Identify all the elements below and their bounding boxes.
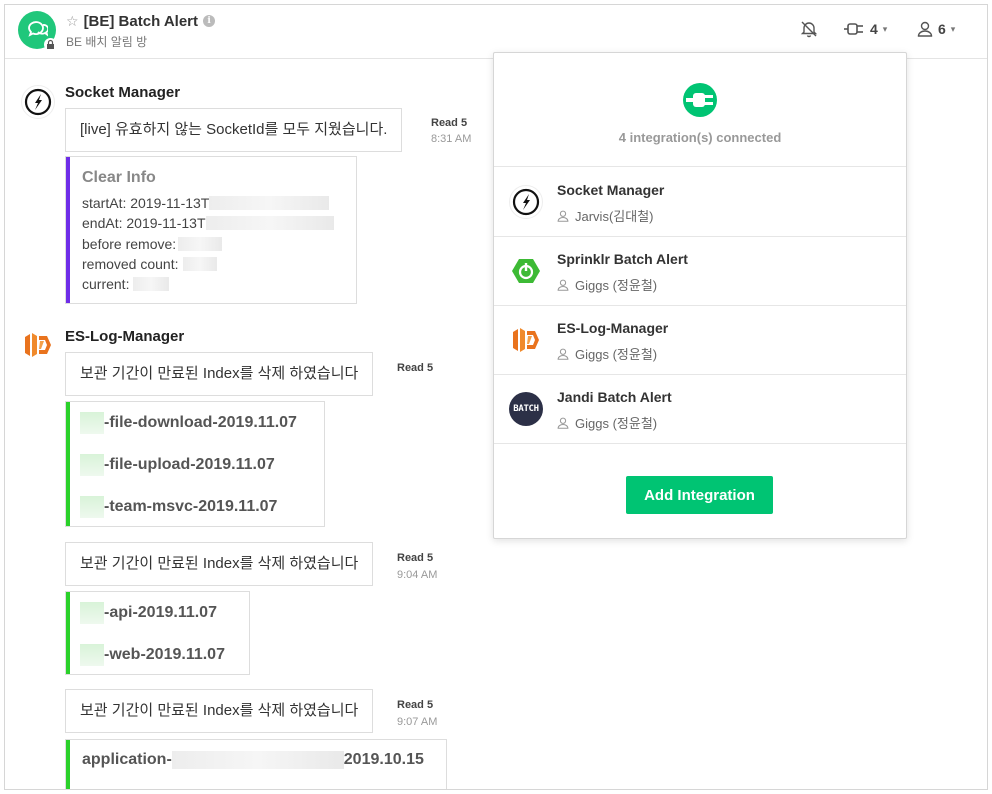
read-count[interactable]: Read 5	[431, 117, 467, 129]
attachment-bar	[66, 592, 70, 674]
socketio-icon	[509, 185, 543, 219]
add-integration-button[interactable]: Add Integration	[626, 476, 773, 514]
attachment-bar	[66, 740, 70, 789]
index-line: -api-2019.11.07	[80, 602, 217, 624]
sender-name[interactable]: Socket Manager	[65, 84, 180, 101]
read-count[interactable]: Read 5	[397, 699, 433, 711]
clear-info-attachment: Clear Info startAt: 2019-11-13T endAt: 2…	[65, 156, 357, 304]
chevron-down-icon: ▾	[950, 23, 956, 34]
removed-count-line: removed count:	[82, 256, 217, 272]
integration-item-sprinklr-batch-alert[interactable]: Sprinklr Batch Alert Giggs (정윤철)	[494, 237, 906, 306]
index-list-attachment: -file-download-2019.11.07 -file-upload-2…	[65, 401, 325, 527]
integration-owner: Giggs (정윤철)	[557, 413, 657, 432]
user-icon	[557, 417, 569, 429]
index-line: -web-2019.11.07	[80, 644, 225, 666]
index-line: -file-download-2019.11.07	[80, 412, 297, 434]
integration-name: Sprinklr Batch Alert	[557, 251, 688, 267]
integrations-popover: 4 integration(s) connected Socket Manage…	[493, 52, 907, 539]
attachment-bar	[66, 402, 70, 526]
spring-icon	[509, 254, 543, 288]
user-icon	[917, 21, 933, 37]
index-line: -file-upload-2019.11.07	[80, 454, 275, 476]
user-icon	[557, 348, 569, 360]
index-line: application- 2019.10.15	[82, 751, 424, 769]
integration-item-jandi-batch-alert[interactable]: BATCH Jandi Batch Alert Giggs (정윤철)	[494, 375, 906, 444]
chat-bubbles-icon	[28, 21, 48, 37]
integration-item-es-log-manager[interactable]: ES-Log-Manager Giggs (정윤철)	[494, 306, 906, 375]
message-time: 9:07 AM	[397, 716, 438, 728]
integration-plug-icon	[683, 83, 717, 117]
chevron-down-icon: ▾	[882, 23, 888, 34]
start-at-line: startAt: 2019-11-13T	[82, 195, 330, 211]
read-count[interactable]: Read 5	[397, 362, 433, 374]
aws-lambda-icon[interactable]	[21, 328, 55, 362]
batch-icon: BATCH	[509, 392, 543, 426]
integrations-button[interactable]: 4 ▾	[843, 19, 887, 39]
message-bubble[interactable]: 보관 기간이 만료된 Index를 삭제 하였습니다	[65, 542, 374, 586]
message-bubble[interactable]: [live] 유효하지 않는 SocketId를 모두 지웠습니다.	[65, 108, 403, 152]
members-count: 6	[938, 21, 946, 37]
room-subtitle: BE 배치 알림 방	[66, 35, 148, 49]
message-bubble[interactable]: 보관 기간이 만료된 Index를 삭제 하였습니다	[65, 689, 374, 733]
integration-owner: Jarvis(김대철)	[557, 206, 654, 225]
integration-item-socket-manager[interactable]: Socket Manager Jarvis(김대철)	[494, 168, 906, 237]
integration-name: Socket Manager	[557, 182, 665, 198]
integration-owner: Giggs (정윤철)	[557, 275, 657, 294]
sender-name[interactable]: ES-Log-Manager	[65, 328, 184, 345]
popover-header: 4 integration(s) connected	[494, 53, 906, 167]
members-button[interactable]: 6 ▾	[917, 19, 955, 39]
index-list-attachment: application- 2019.10.15	[65, 739, 447, 789]
attachment-bar	[66, 157, 70, 303]
integration-name: Jandi Batch Alert	[557, 389, 672, 405]
notification-toggle-button[interactable]	[800, 19, 818, 39]
socketio-icon[interactable]	[21, 85, 55, 119]
room-title: [BE] Batch Alert	[83, 12, 199, 30]
integration-owner: Giggs (정윤철)	[557, 344, 657, 363]
current-line: current:	[82, 276, 170, 292]
end-at-line: endAt: 2019-11-13T	[82, 215, 334, 231]
star-icon[interactable]: ☆	[66, 14, 79, 28]
index-line: -team-msvc-2019.11.07	[80, 496, 277, 518]
info-icon[interactable]: i	[203, 15, 216, 27]
before-remove-line: before remove:	[82, 236, 223, 252]
read-count[interactable]: Read 5	[397, 552, 433, 564]
bell-muted-icon	[800, 21, 818, 38]
lock-icon	[44, 38, 57, 51]
index-list-attachment: -api-2019.11.07 -web-2019.11.07	[65, 591, 250, 675]
message-time: 8:31 AM	[431, 133, 472, 145]
user-icon	[557, 210, 569, 222]
user-icon	[557, 279, 569, 291]
integrations-connected-text: 4 integration(s) connected	[618, 130, 782, 145]
chat-window: ☆ [BE] Batch Alert i BE 배치 알림 방 4 ▾ 6 ▾ …	[4, 4, 988, 790]
integrations-count: 4	[870, 21, 878, 37]
message-bubble[interactable]: 보관 기간이 만료된 Index를 삭제 하였습니다	[65, 352, 374, 396]
plug-icon	[844, 23, 863, 35]
message-time: 9:04 AM	[397, 569, 438, 581]
integration-name: ES-Log-Manager	[557, 320, 669, 336]
aws-lambda-icon	[509, 323, 543, 357]
attachment-title: Clear Info	[82, 169, 156, 186]
room-header: ☆ [BE] Batch Alert i BE 배치 알림 방 4 ▾ 6 ▾	[5, 5, 987, 59]
